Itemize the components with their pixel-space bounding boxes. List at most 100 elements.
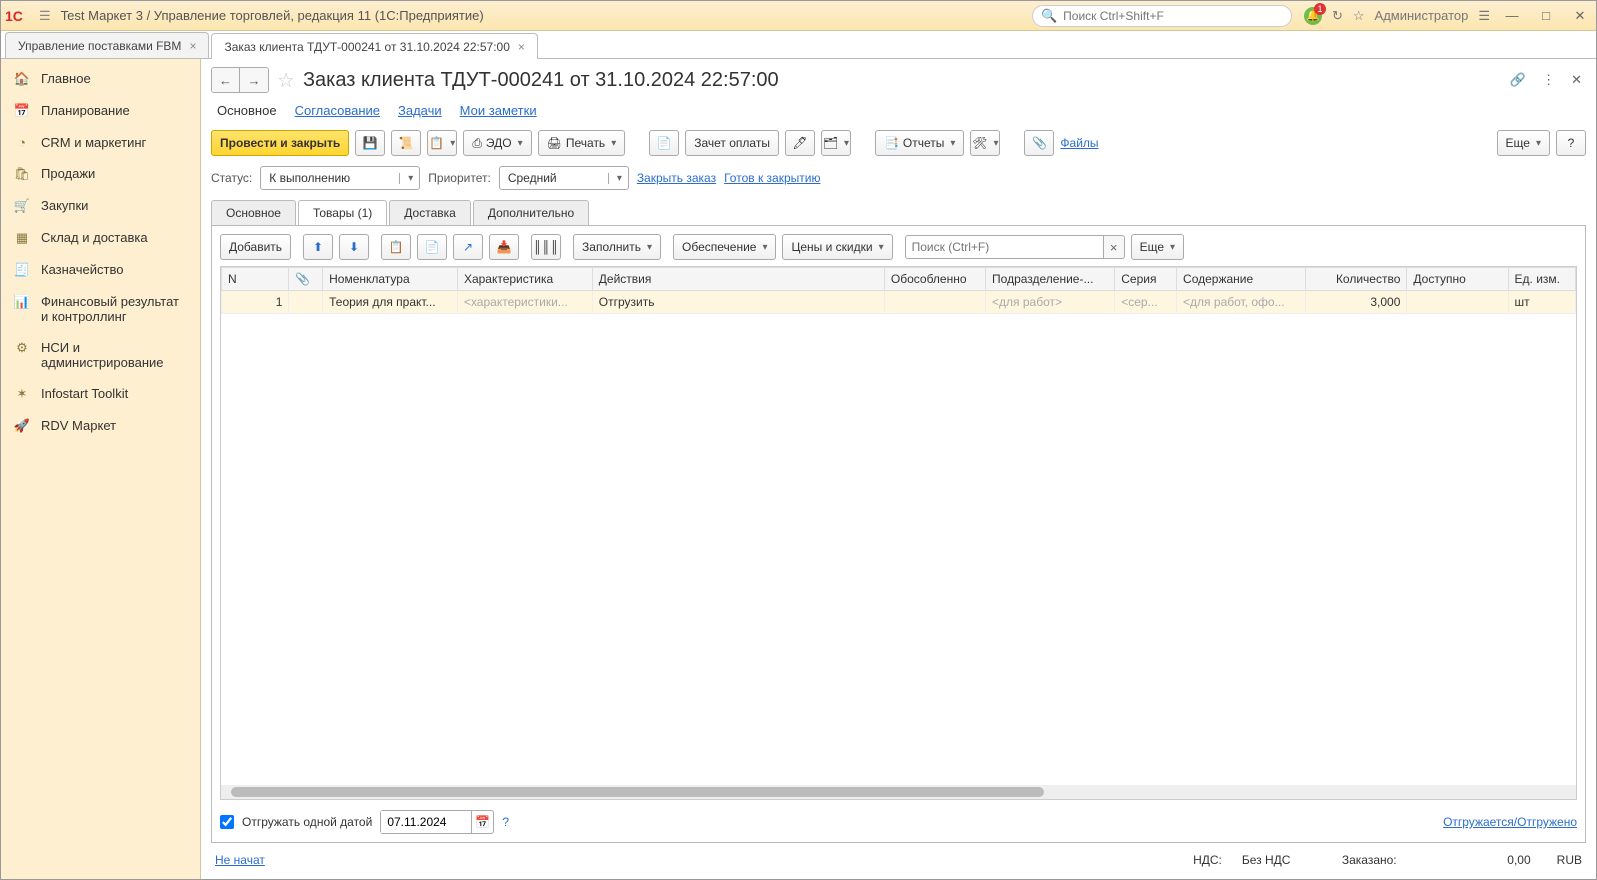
link-icon[interactable]: 🔗	[1506, 68, 1530, 92]
sidebar-item-treasury[interactable]: 🧾Казначейство	[1, 254, 200, 286]
more-button[interactable]: Еще▾	[1497, 130, 1550, 156]
subnav-main[interactable]: Основное	[217, 103, 277, 118]
sidebar-item-planning[interactable]: 📅Планирование	[1, 95, 200, 127]
offset-payment-button[interactable]: Зачет оплаты	[685, 130, 779, 156]
move-up-button[interactable]: ⬆	[303, 234, 333, 260]
subnav-approval[interactable]: Согласование	[295, 103, 380, 118]
col-series[interactable]: Серия	[1115, 268, 1177, 291]
itab-main[interactable]: Основное	[211, 200, 296, 225]
col-unit[interactable]: Ед. изм.	[1508, 268, 1575, 291]
sidebar-item-admin[interactable]: ⚙НСИ и администрирование	[1, 332, 200, 378]
col-char[interactable]: Характеристика	[457, 268, 592, 291]
global-search[interactable]: 🔍	[1032, 5, 1292, 27]
col-actions[interactable]: Действия	[592, 268, 884, 291]
add-row-button[interactable]: Добавить	[220, 234, 291, 260]
status-combo[interactable]: К выполнению ▾	[260, 166, 420, 190]
favorite-star-icon[interactable]: ☆	[277, 68, 295, 93]
files-link[interactable]: Файлы	[1060, 136, 1098, 150]
col-qty[interactable]: Количество	[1306, 268, 1407, 291]
tab-close-icon[interactable]: ×	[189, 39, 196, 53]
grid-row[interactable]: 1 Теория для практ... <характеристики...…	[222, 291, 1576, 314]
sidebar-item-purchase[interactable]: 🛒Закупки	[1, 190, 200, 222]
highlight-button[interactable]: 🖊	[785, 130, 815, 156]
nav-back-button[interactable]: ←	[212, 68, 240, 92]
ship-date-field[interactable]	[381, 811, 471, 833]
cell-char[interactable]: <характеристики...	[457, 291, 592, 314]
tab-close-icon[interactable]: ×	[518, 40, 525, 54]
structure-button[interactable]: 🗂▾	[821, 130, 851, 156]
cell-actions[interactable]: Отгрузить	[592, 291, 884, 314]
not-started-link[interactable]: Не начат	[215, 853, 265, 867]
tab-fbm[interactable]: Управление поставками FBM ×	[5, 32, 209, 58]
horizontal-scrollbar[interactable]	[221, 785, 1576, 799]
ship-date-input[interactable]: 📅	[380, 810, 494, 834]
cell-n[interactable]: 1	[222, 291, 289, 314]
priority-combo[interactable]: Средний ▾	[499, 166, 629, 190]
tools-button[interactable]: 🛠▾	[970, 130, 1000, 156]
print-button[interactable]: 🖨 Печать▾	[538, 130, 626, 156]
grid-search[interactable]: ×	[905, 235, 1125, 259]
grid-search-input[interactable]	[905, 235, 1103, 259]
minimize-button[interactable]: —	[1500, 8, 1524, 23]
col-n[interactable]: N	[222, 268, 289, 291]
subnav-tasks[interactable]: Задачи	[398, 103, 442, 118]
help-icon[interactable]: ?	[502, 815, 509, 829]
report-icon-button[interactable]: 📄	[649, 130, 679, 156]
save-button[interactable]: 💾	[355, 130, 385, 156]
kebab-icon[interactable]: ⋮	[1538, 68, 1559, 92]
ship-single-date-checkbox[interactable]	[220, 815, 234, 829]
global-search-input[interactable]	[1063, 9, 1283, 23]
close-panel-icon[interactable]: ✕	[1567, 68, 1586, 92]
maximize-button[interactable]: □	[1534, 8, 1558, 23]
cell-nomen[interactable]: Теория для практ...	[323, 291, 458, 314]
paste-button[interactable]: 📄	[417, 234, 447, 260]
cell-avail[interactable]	[1407, 291, 1508, 314]
attach-button[interactable]: 📎	[1024, 130, 1054, 156]
col-isolated[interactable]: Обособленно	[884, 268, 985, 291]
main-menu-icon[interactable]: ☰	[39, 8, 51, 24]
sidebar-item-infostart[interactable]: ✶Infostart Toolkit	[1, 378, 200, 410]
history-icon[interactable]: ↻	[1332, 8, 1343, 24]
nav-forward-button[interactable]: →	[240, 68, 268, 92]
col-division[interactable]: Подразделение-...	[986, 268, 1115, 291]
cell-qty[interactable]: 3,000	[1306, 291, 1407, 314]
shipping-status-link[interactable]: Отгружается/Отгружено	[1443, 815, 1577, 829]
post-and-close-button[interactable]: Провести и закрыть	[211, 130, 349, 156]
provision-button[interactable]: Обеспечение▾	[673, 234, 776, 260]
notifications-icon[interactable]: 🔔 1	[1304, 7, 1322, 25]
cell-series[interactable]: <сер...	[1115, 291, 1177, 314]
calendar-icon[interactable]: 📅	[471, 811, 493, 833]
col-avail[interactable]: Доступно	[1407, 268, 1508, 291]
chevron-down-icon[interactable]: ▾	[608, 173, 628, 184]
grid-more-button[interactable]: Еще▾	[1131, 234, 1184, 260]
itab-goods[interactable]: Товары (1)	[298, 200, 387, 225]
sidebar-item-warehouse[interactable]: ▦Склад и доставка	[1, 222, 200, 254]
help-button[interactable]: ?	[1556, 130, 1586, 156]
export-button[interactable]: ↗	[453, 234, 483, 260]
clear-search-icon[interactable]: ×	[1103, 235, 1125, 259]
cell-isolated[interactable]	[884, 291, 985, 314]
sidebar-item-sales[interactable]: 🛍Продажи	[1, 158, 200, 190]
prices-button[interactable]: Цены и скидки▾	[782, 234, 892, 260]
close-order-link[interactable]: Закрыть заказ	[637, 171, 716, 185]
barcode-button[interactable]: ║║║	[531, 234, 561, 260]
cell-content[interactable]: <для работ, офо...	[1177, 291, 1306, 314]
create-based-button[interactable]: 📋▾	[427, 130, 457, 156]
itab-extra[interactable]: Дополнительно	[473, 200, 589, 225]
cell-unit[interactable]: шт	[1508, 291, 1575, 314]
settings-icon[interactable]: ☰	[1478, 8, 1490, 24]
edo-button[interactable]: ⎙ ЭДО▾	[463, 130, 531, 156]
reports-button[interactable]: 📑 Отчеты▾	[875, 130, 964, 156]
close-button[interactable]: ✕	[1568, 8, 1592, 24]
chevron-down-icon[interactable]: ▾	[399, 173, 419, 184]
sidebar-item-finance[interactable]: 📊Финансовый результат и контроллинг	[1, 286, 200, 332]
move-down-button[interactable]: ⬇	[339, 234, 369, 260]
subnav-notes[interactable]: Мои заметки	[460, 103, 537, 118]
cell-flag[interactable]	[289, 291, 323, 314]
sidebar-item-rdv[interactable]: 🚀RDV Маркет	[1, 410, 200, 442]
sidebar-item-main[interactable]: 🏠Главное	[1, 63, 200, 95]
ready-close-link[interactable]: Готов к закрытию	[724, 171, 820, 185]
import-button[interactable]: 📥	[489, 234, 519, 260]
fill-button[interactable]: Заполнить▾	[573, 234, 661, 260]
cell-division[interactable]: <для работ>	[986, 291, 1115, 314]
